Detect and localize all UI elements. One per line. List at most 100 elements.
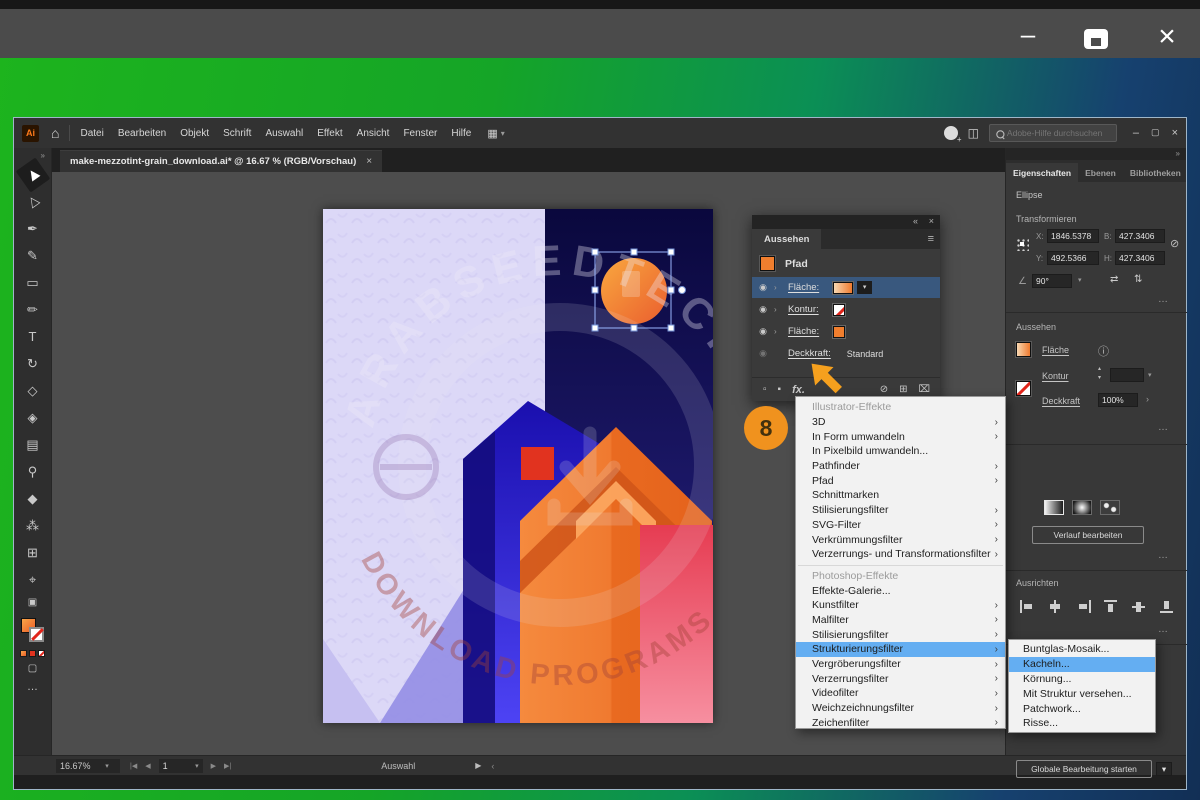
gradient-tool[interactable]: ▤ xyxy=(20,433,46,457)
freeform-gradient-button[interactable] xyxy=(1100,500,1120,515)
color-swatch[interactable] xyxy=(20,650,27,657)
first-artboard-icon[interactable]: |◀ xyxy=(130,762,137,770)
collapse-panel-icon[interactable]: » xyxy=(1006,148,1186,160)
minimize-button[interactable]: – xyxy=(1010,23,1046,53)
curvature-tool[interactable]: ✎ xyxy=(20,244,46,268)
delete-item-icon[interactable]: ⌧ xyxy=(918,384,930,395)
expand-row-icon[interactable]: › xyxy=(774,327,788,336)
appearance-row-fill-solid[interactable]: ◉ › Fläche: xyxy=(752,321,940,342)
visibility-eye-icon[interactable]: ◉ xyxy=(752,282,774,293)
menu-item-3d[interactable]: 3D› xyxy=(796,415,1005,430)
expand-row-icon[interactable]: › xyxy=(774,283,788,292)
radial-gradient-button[interactable] xyxy=(1072,500,1092,515)
help-search-box[interactable] xyxy=(989,124,1117,142)
screen-mode-icon[interactable]: ▢ xyxy=(20,660,46,678)
fill-color-swatch[interactable] xyxy=(1016,342,1031,357)
more-options-icon[interactable]: … xyxy=(1158,422,1169,433)
collapse-panel-icon[interactable]: « xyxy=(913,216,918,226)
menu-item-in-pixelbild-umwandeln[interactable]: In Pixelbild umwandeln... xyxy=(796,444,1005,459)
swatch-dropdown[interactable]: ▾ xyxy=(857,281,872,294)
align-top-icon[interactable] xyxy=(1104,600,1119,613)
visibility-eye-icon[interactable]: ◉ xyxy=(752,326,774,337)
help-search-input[interactable] xyxy=(1007,128,1107,138)
menu-item-pathfinder[interactable]: Pathfinder› xyxy=(796,459,1005,474)
align-bottom-icon[interactable] xyxy=(1160,600,1175,613)
align-center-vertical-icon[interactable] xyxy=(1132,600,1147,613)
pen-tool[interactable]: ✒ xyxy=(20,217,46,241)
blend-tool[interactable]: ◆ xyxy=(20,487,46,511)
color-swatch[interactable] xyxy=(29,650,36,657)
artboard[interactable]: ARABSEEDTECH DOWNLOAD PROGRAMS xyxy=(323,209,713,723)
visibility-eye-icon[interactable]: ◉ xyxy=(752,304,774,315)
opacity-input[interactable]: 100% xyxy=(1098,393,1138,407)
app-close-button[interactable]: × xyxy=(1172,127,1178,139)
close-tab-icon[interactable]: × xyxy=(366,156,372,167)
draw-mode-icon[interactable]: ▣ xyxy=(20,595,46,611)
menu-bearbeiten[interactable]: Bearbeiten xyxy=(118,128,166,139)
submenu-item-koernung[interactable]: Körnung... xyxy=(1009,672,1155,687)
menu-item-effekte-galerie[interactable]: Effekte-Galerie... xyxy=(796,583,1005,598)
constrain-proportions-icon[interactable]: ⊘ xyxy=(1170,237,1179,250)
appearance-panel-titlebar[interactable]: « × xyxy=(752,215,940,229)
height-input[interactable]: 427.3406 xyxy=(1115,251,1165,265)
rotation-select[interactable]: 90° xyxy=(1032,274,1072,288)
more-options-icon[interactable]: … xyxy=(1158,550,1169,561)
next-artboard-icon[interactable]: ▶ xyxy=(211,762,216,770)
menu-item-zeichenfilter[interactable]: Zeichenfilter› xyxy=(796,715,1005,730)
artboard-number-select[interactable]: 1 ▾ xyxy=(159,759,203,773)
stroke-row-label[interactable]: Kontur: xyxy=(788,304,819,315)
chevron-down-icon[interactable]: ▾ xyxy=(1078,276,1082,284)
appearance-row-opacity[interactable]: ◉ Deckkraft: Standard xyxy=(752,343,940,364)
duplicate-item-icon[interactable]: ⊞ xyxy=(899,384,907,395)
menu-item-verzerrungs-transformationsfilter[interactable]: Verzerrungs- und Transformationsfilter› xyxy=(796,547,1005,562)
previous-artboard-icon[interactable]: ◀ xyxy=(145,762,150,770)
expand-row-icon[interactable]: › xyxy=(774,305,788,314)
app-minimize-button[interactable]: – xyxy=(1133,127,1139,139)
align-right-icon[interactable] xyxy=(1076,600,1091,613)
add-stroke-icon[interactable]: ▫ xyxy=(763,384,767,395)
last-artboard-icon[interactable]: ▶| xyxy=(224,762,231,770)
reference-point-selector[interactable] xyxy=(1016,238,1029,251)
fill-row-label[interactable]: Fläche: xyxy=(788,326,819,337)
document-tab[interactable]: make-mezzotint-grain_download.ai* @ 16.6… xyxy=(60,150,382,172)
menu-item-verkruemmungsfilter[interactable]: Verkrümmungsfilter› xyxy=(796,532,1005,547)
menu-item-in-form-umwandeln[interactable]: In Form umwandeln› xyxy=(796,429,1005,444)
app-maximize-button[interactable]: ▢ xyxy=(1151,127,1160,139)
rectangle-tool[interactable]: ▭ xyxy=(20,271,46,295)
stroke-swatch[interactable] xyxy=(29,627,44,642)
none-swatch[interactable] xyxy=(833,304,845,316)
type-tool[interactable]: T xyxy=(20,325,46,349)
width-input[interactable]: 427.3406 xyxy=(1115,229,1165,243)
menu-hilfe[interactable]: Hilfe xyxy=(451,128,471,139)
menu-item-stilisierungsfilter-ps[interactable]: Stilisierungsfilter› xyxy=(796,627,1005,642)
more-options-icon[interactable]: … xyxy=(1158,624,1169,635)
paintbrush-tool[interactable]: ✏ xyxy=(20,298,46,322)
tab-ebenen[interactable]: Ebenen xyxy=(1078,163,1123,182)
flip-vertical-icon[interactable]: ⇅ xyxy=(1134,274,1142,285)
menu-item-stilisierungsfilter[interactable]: Stilisierungsfilter› xyxy=(796,503,1005,518)
rotate-tool[interactable]: ↻ xyxy=(20,352,46,376)
flip-horizontal-icon[interactable]: ⇄ xyxy=(1110,274,1118,285)
none-swatch[interactable] xyxy=(38,650,45,657)
chevron-right-icon[interactable]: › xyxy=(1146,394,1149,404)
tab-eigenschaften[interactable]: Eigenschaften xyxy=(1006,163,1078,182)
symbol-sprayer-tool[interactable]: ⁂ xyxy=(20,514,46,538)
appearance-row-stroke[interactable]: ◉ › Kontur: xyxy=(752,299,940,320)
menu-fenster[interactable]: Fenster xyxy=(403,128,437,139)
menu-objekt[interactable]: Objekt xyxy=(180,128,209,139)
fill-row-label[interactable]: Fläche: xyxy=(788,282,819,293)
menu-item-schnittmarken[interactable]: Schnittmarken xyxy=(796,488,1005,503)
fill-link[interactable]: Fläche xyxy=(1042,345,1069,355)
submenu-item-buntglas-mosaik[interactable]: Buntglas-Mosaik... xyxy=(1009,642,1155,657)
menu-item-weichzeichnungsfilter[interactable]: Weichzeichnungsfilter› xyxy=(796,701,1005,716)
menu-schrift[interactable]: Schrift xyxy=(223,128,251,139)
align-left-icon[interactable] xyxy=(1020,600,1035,613)
artboard-tool[interactable]: ⊞ xyxy=(20,541,46,565)
status-back-icon[interactable]: ‹ xyxy=(491,761,494,771)
arrange-documents-icon[interactable]: ◫ xyxy=(968,126,979,140)
menu-ansicht[interactable]: Ansicht xyxy=(357,128,390,139)
account-avatar[interactable] xyxy=(944,126,958,140)
more-options-icon[interactable]: … xyxy=(1158,294,1169,305)
global-edit-dropdown[interactable]: ▾ xyxy=(1156,762,1172,776)
add-fill-icon[interactable]: ▪ xyxy=(778,384,782,395)
